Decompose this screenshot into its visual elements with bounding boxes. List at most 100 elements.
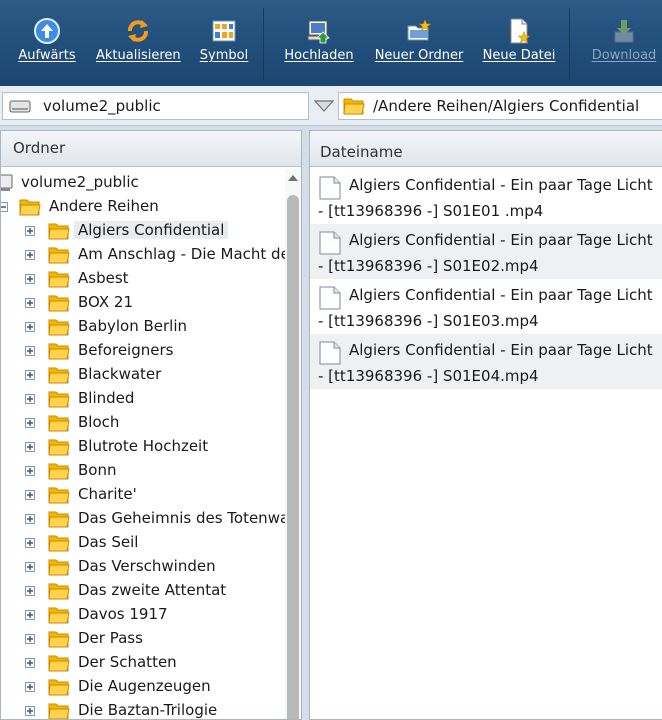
folder-icon	[48, 535, 70, 552]
expand-icon[interactable]	[25, 514, 35, 524]
folder-open-icon	[19, 199, 41, 216]
download-button-label: Download	[591, 48, 657, 63]
folder-tree-panel: Ordner volume2_public Andere Reihen Algi…	[0, 130, 302, 720]
folder-tree-item[interactable]: Der Schatten	[1, 651, 285, 675]
folder-tree-item[interactable]: Die Baztan-Trilogie	[1, 699, 285, 719]
refresh-button-label: Aktualisieren	[96, 48, 181, 63]
tree-root[interactable]: volume2_public	[1, 171, 285, 195]
folder-icon	[48, 655, 70, 672]
current-path: /Andere Reihen/Algiers Confidential	[373, 97, 640, 115]
folder-tree-item[interactable]: Das zweite Attentat	[1, 579, 285, 603]
expand-icon[interactable]	[25, 274, 35, 284]
folder-tree-label: Am Anschlag - Die Macht de	[78, 245, 290, 263]
scroll-up-arrow-icon[interactable]	[287, 173, 299, 183]
expand-icon[interactable]	[25, 538, 35, 548]
folder-tree-label: Bloch	[78, 413, 120, 431]
folder-icon	[48, 415, 70, 432]
expand-icon[interactable]	[25, 346, 35, 356]
folder-tree-label: Beforeigners	[78, 341, 174, 359]
download-button[interactable]: Download	[588, 0, 660, 86]
folder-icon	[48, 487, 70, 504]
expand-icon[interactable]	[25, 682, 35, 692]
expand-icon[interactable]	[25, 562, 35, 572]
volume-dropdown-button[interactable]	[311, 92, 337, 120]
expand-icon[interactable]	[25, 442, 35, 452]
folder-tree-label: Der Schatten	[78, 653, 177, 671]
folder-tree-item[interactable]: Algiers Confidential	[1, 219, 285, 243]
folder-tree-item[interactable]: Bonn	[1, 459, 285, 483]
folder-tree-label: Asbest	[78, 269, 129, 287]
folder-tree-label: Blinded	[78, 389, 135, 407]
folder-tree-item[interactable]: Blackwater	[1, 363, 285, 387]
file-row[interactable]: Algiers Confidential - Ein paar Tage Lic…	[310, 224, 662, 279]
folder-tree-label: Das Geheimnis des Totenwa	[78, 509, 290, 527]
folder-tree-item[interactable]: Das Geheimnis des Totenwa	[1, 507, 289, 531]
expand-icon[interactable]	[25, 298, 35, 308]
folder-tree-item[interactable]: Blinded	[1, 387, 285, 411]
location-bar: volume2_public /Andere Reihen/Algiers Co…	[0, 86, 662, 126]
volume-selector[interactable]: volume2_public	[2, 92, 309, 120]
new-folder-button[interactable]: Neuer Ordner	[374, 0, 464, 86]
expand-icon[interactable]	[25, 226, 35, 236]
path-field[interactable]: /Andere Reihen/Algiers Confidential	[338, 92, 662, 120]
expand-icon[interactable]	[25, 586, 35, 596]
folder-icon	[48, 703, 70, 719]
folder-icon	[48, 559, 70, 576]
file-row[interactable]: Algiers Confidential - Ein paar Tage Lic…	[310, 169, 662, 224]
folder-tree-item[interactable]: Beforeigners	[1, 339, 285, 363]
folder-tree-label: Davos 1917	[78, 605, 168, 623]
folder-panel-title: Ordner	[13, 139, 66, 157]
expand-icon[interactable]	[25, 394, 35, 404]
folder-icon	[48, 463, 70, 480]
folder-icon	[48, 343, 70, 360]
expand-icon[interactable]	[25, 658, 35, 668]
file-name: Algiers Confidential - Ein paar Tage Lic…	[318, 231, 653, 275]
folder-tree-item[interactable]: Davos 1917	[1, 603, 285, 627]
file-list-header[interactable]: Dateiname	[310, 131, 662, 167]
folder-tree-item[interactable]: Die Augenzeugen	[1, 675, 285, 699]
file-list-panel: Dateiname Algiers Confidential - Ein paa…	[309, 130, 662, 720]
drive-icon	[9, 100, 31, 113]
expand-icon[interactable]	[25, 250, 35, 260]
folder-tree-item[interactable]: Am Anschlag - Die Macht de	[1, 243, 290, 267]
folder-icon	[48, 295, 70, 312]
folder-tree-item[interactable]: Charite'	[1, 483, 285, 507]
folder-tree-label: Blackwater	[78, 365, 162, 383]
expand-icon[interactable]	[25, 370, 35, 380]
expand-icon[interactable]	[25, 706, 35, 716]
folder-tree-item[interactable]: Asbest	[1, 267, 285, 291]
tree-parent-folder[interactable]: Andere Reihen	[1, 195, 285, 219]
expand-icon[interactable]	[25, 634, 35, 644]
expand-icon[interactable]	[25, 490, 35, 500]
view-symbol-button[interactable]: Symbol	[196, 0, 252, 86]
new-file-button[interactable]: Neue Datei	[482, 0, 556, 86]
folder-tree-label: Bonn	[78, 461, 117, 479]
scrollbar-thumb[interactable]	[287, 195, 299, 719]
folder-icon	[48, 319, 70, 336]
download-icon	[614, 20, 634, 43]
expand-icon[interactable]	[25, 466, 35, 476]
folder-tree-item[interactable]: BOX 21	[1, 291, 285, 315]
up-button[interactable]: Aufwärts	[14, 0, 80, 86]
vertical-scrollbar[interactable]	[285, 169, 301, 719]
expand-icon[interactable]	[25, 418, 35, 428]
folder-icon	[343, 98, 365, 115]
folder-tree-item[interactable]: Der Pass	[1, 627, 285, 651]
folder-tree-item[interactable]: Das Verschwinden	[1, 555, 285, 579]
refresh-button[interactable]: Aktualisieren	[96, 0, 181, 86]
file-row[interactable]: Algiers Confidential - Ein paar Tage Lic…	[310, 334, 662, 389]
folder-panel-header: Ordner	[1, 131, 301, 167]
folder-tree-item[interactable]: Bloch	[1, 411, 285, 435]
file-name: Algiers Confidential - Ein paar Tage Lic…	[318, 341, 653, 385]
folder-tree-item[interactable]: Blutrote Hochzeit	[1, 435, 285, 459]
new-folder-icon	[407, 19, 432, 41]
folder-tree-item[interactable]: Babylon Berlin	[1, 315, 285, 339]
expand-icon[interactable]	[25, 610, 35, 620]
file-row[interactable]: Algiers Confidential - Ein paar Tage Lic…	[310, 279, 662, 334]
folder-tree-item[interactable]: Das Seil	[1, 531, 285, 555]
upload-button[interactable]: Hochladen	[284, 0, 354, 86]
grid-view-icon	[212, 20, 236, 42]
file-name: Algiers Confidential - Ein paar Tage Lic…	[318, 176, 653, 220]
new-file-icon	[510, 18, 531, 44]
expand-icon[interactable]	[25, 322, 35, 332]
